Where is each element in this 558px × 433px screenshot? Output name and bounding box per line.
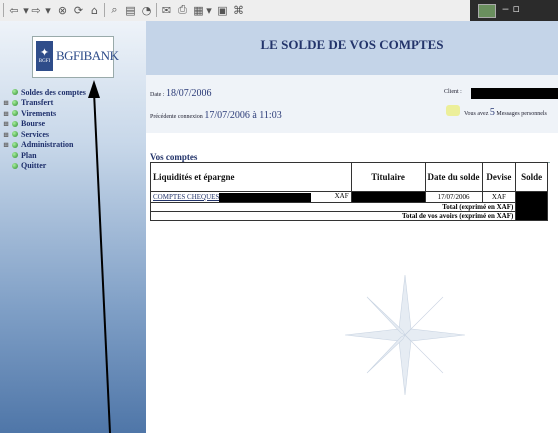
client-label: Client : (444, 89, 462, 95)
sidebar-item-administration[interactable]: ⊞ Administration (2, 140, 86, 151)
holder-redacted (350, 191, 426, 203)
table-row: Total de vos avoirs (exprimé en XAF) (149, 211, 548, 221)
dropdown-icon[interactable]: ▾ (205, 3, 213, 17)
column-header: Devise (481, 162, 517, 192)
toolbar-separator (3, 3, 4, 17)
messages-notice[interactable]: Vous avez 5 Messages personnels (464, 107, 547, 118)
tree-spacer: + (2, 151, 10, 159)
dropdown-icon[interactable]: ▾ (44, 3, 52, 17)
sidebar-item-quitter[interactable]: + Quitter (2, 161, 86, 172)
current-date: Date : 18/07/2006 (150, 88, 212, 99)
home-icon[interactable]: ⌂ (88, 3, 101, 17)
last-connection: Précédente connexion 17/07/2006 à 11:03 (150, 110, 282, 121)
column-header: Liquidités et épargne (150, 162, 352, 192)
bullet-icon (12, 110, 18, 117)
grand-total-label: Total de vos avoirs (exprimé en XAF) (149, 211, 517, 221)
sidebar-item-virements[interactable]: ⊞ Virements (2, 108, 86, 119)
sidebar-item-bourse[interactable]: ⊞ Bourse (2, 119, 86, 130)
refresh-icon[interactable]: ⟳ (72, 3, 85, 17)
app-icon (478, 4, 496, 18)
balance-currency: XAF (481, 191, 517, 203)
forward-icon[interactable]: ⇨ (30, 3, 42, 17)
account-number-redacted (219, 192, 312, 202)
tree-spacer: + (2, 162, 10, 170)
sidebar-item-services[interactable]: ⊞ Services (2, 129, 86, 140)
balance-redacted (515, 191, 548, 221)
account-currency: XAF (334, 192, 349, 200)
toolbar-separator (156, 3, 157, 17)
print-icon[interactable]: ⎙ (176, 3, 189, 17)
sidebar-item-label: Plan (21, 150, 37, 160)
window-buttons[interactable]: ‒ ▫ (502, 2, 520, 15)
browser-toolbar: ⇦ ▾ ⇨ ▾ ⊗ ⟳ ⌂ ⌕ ▤ ◔ ✉ ⎙ ▦ ▾ ▣ ⌘ ‒ ▫ (0, 0, 558, 22)
column-header: Titulaire (350, 162, 426, 192)
messages-suffix: Messages personnels (494, 111, 547, 117)
accounts-table: Liquidités et épargne Titulaire Date du … (149, 162, 548, 221)
page-title: LE SOLDE DE VOS COMPTES (260, 37, 444, 52)
compass-watermark (345, 275, 465, 395)
sidebar-item-label: Services (21, 129, 49, 139)
sidebar-item-label: Quitter (21, 161, 47, 171)
expand-icon[interactable]: ⊞ (2, 130, 10, 139)
window-controls: ‒ ▫ (470, 0, 558, 21)
client-name-redacted (471, 88, 558, 99)
date-value: 18/07/2006 (166, 88, 212, 99)
bullet-icon (12, 131, 18, 138)
table-row: COMPTES CHEQUES XAF 17/07/2006 XAF (150, 191, 548, 221)
bullet-icon (12, 89, 18, 96)
session-info: Date : 18/07/2006 Précédente connexion 1… (146, 75, 558, 133)
bullet-icon (12, 99, 18, 106)
bullet-icon (12, 120, 18, 127)
table-row: Total (exprimé en XAF) (149, 202, 548, 212)
dropdown-icon[interactable]: ▾ (22, 3, 30, 17)
toolbar-separator (104, 3, 105, 17)
sidebar-item-label: Virements (21, 108, 57, 118)
account-cell: COMPTES CHEQUES XAF (150, 191, 352, 203)
sidebar-item-soldes[interactable]: + Soldes des comptes (2, 87, 86, 98)
edit-icon[interactable]: ▦ (192, 3, 205, 17)
column-header: Solde (515, 162, 548, 192)
sidebar-item-label: Administration (21, 140, 74, 150)
bullet-icon (12, 141, 18, 148)
stop-icon[interactable]: ⊗ (56, 3, 69, 17)
date-label: Date : (150, 92, 166, 98)
bank-logo: ✦ BGFI BGFIBANK (32, 36, 119, 78)
account-link[interactable]: COMPTES CHEQUES (153, 193, 219, 201)
sidebar: ✦ BGFI BGFIBANK + Soldes des comptes ⊞ Tra… (0, 21, 146, 433)
table-header-row: Liquidités et épargne Titulaire Date du … (150, 162, 548, 192)
sidebar-menu: + Soldes des comptes ⊞ Transfert ⊞ Virement… (2, 87, 86, 171)
page-header: LE SOLDE DE VOS COMPTES (146, 21, 558, 75)
star-icon: ✦ (39, 47, 50, 59)
expand-icon[interactable]: ⊞ (2, 98, 10, 107)
connection-value: 17/07/2006 à 11:03 (204, 110, 282, 121)
messenger-icon[interactable]: ⌘ (232, 3, 245, 17)
logo-badge-text: BGFI (38, 59, 51, 64)
connection-label: Précédente connexion (150, 114, 205, 120)
section-title: Vos comptes (150, 152, 198, 162)
back-icon[interactable]: ⇦ (8, 3, 20, 17)
logo-text: BGFIBANK (56, 48, 119, 63)
tree-spacer: + (2, 88, 10, 96)
sidebar-item-label: Bourse (21, 119, 45, 129)
expand-icon[interactable]: ⊞ (2, 140, 10, 149)
message-icon[interactable] (446, 105, 460, 116)
expand-icon[interactable]: ⊞ (2, 109, 10, 118)
sidebar-item-label: Transfert (21, 98, 54, 108)
column-header: Date du solde (424, 162, 483, 192)
sidebar-item-plan[interactable]: + Plan (2, 150, 86, 161)
logo-badge: ✦ BGFI (36, 41, 53, 71)
messages-prefix: Vous avez (464, 111, 490, 117)
favorites-icon[interactable]: ▤ (124, 3, 137, 17)
expand-icon[interactable]: ⊞ (2, 119, 10, 128)
sidebar-item-transfert[interactable]: ⊞ Transfert (2, 98, 86, 109)
mail-icon[interactable]: ✉ (160, 3, 173, 17)
bullet-icon (12, 162, 18, 169)
discuss-icon[interactable]: ▣ (216, 3, 229, 17)
bullet-icon (12, 152, 18, 159)
balance-date: 17/07/2006 (424, 191, 483, 203)
sidebar-item-label: Soldes des comptes (21, 87, 86, 97)
search-icon[interactable]: ⌕ (108, 3, 121, 17)
total-label: Total (exprimé en XAF) (149, 202, 517, 212)
history-icon[interactable]: ◔ (140, 3, 153, 17)
